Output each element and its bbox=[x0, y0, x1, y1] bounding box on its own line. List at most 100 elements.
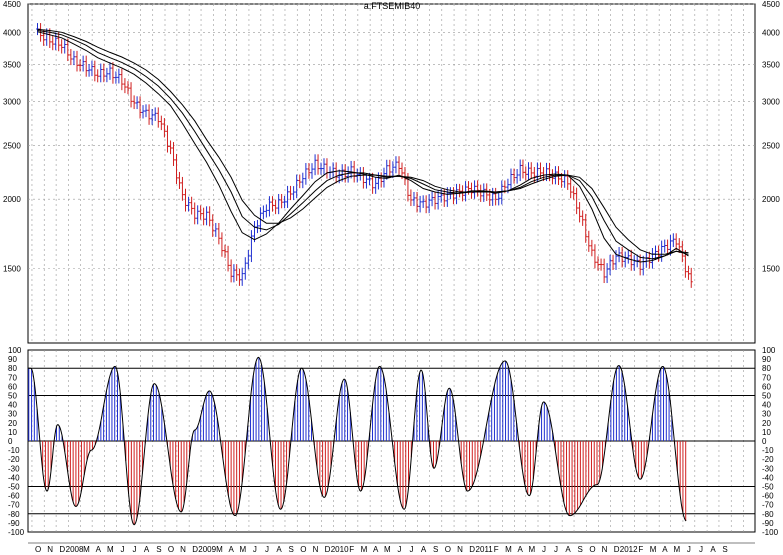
x-tick-label: M bbox=[650, 545, 657, 554]
osc-tick-label-left: 100 bbox=[8, 346, 22, 355]
x-tick-label: J bbox=[253, 545, 257, 554]
x-tick-label: A bbox=[228, 545, 234, 554]
x-tick-label: M bbox=[361, 545, 368, 554]
x-tick-label: J bbox=[687, 545, 691, 554]
y-tick-label-left: 2000 bbox=[3, 195, 21, 204]
osc-tick-label-left: -40 bbox=[8, 473, 20, 482]
x-tick-label: 2011 bbox=[476, 545, 494, 554]
osc-tick-label-right: -20 bbox=[762, 455, 774, 464]
osc-tick-label-left: -90 bbox=[8, 519, 20, 528]
osc-tick-label-right: 50 bbox=[762, 392, 771, 401]
x-tick-label: N bbox=[313, 545, 319, 554]
x-tick-label: S bbox=[156, 545, 161, 554]
y-tick-label-left: 1500 bbox=[3, 264, 21, 273]
x-tick-label: J bbox=[120, 545, 124, 554]
price-frame bbox=[27, 3, 756, 344]
x-tick-label: O bbox=[589, 545, 595, 554]
x-tick-label: J bbox=[397, 545, 401, 554]
x-tick-label: 2012 bbox=[620, 545, 638, 554]
y-tick-label-left: 2500 bbox=[3, 141, 21, 150]
x-tick-label: M bbox=[239, 545, 246, 554]
osc-tick-label-left: -50 bbox=[8, 483, 20, 492]
x-tick-label: D bbox=[469, 545, 475, 554]
osc-tick-label-right: -40 bbox=[762, 473, 774, 482]
x-tick-label: M bbox=[384, 545, 391, 554]
x-tick-label: N bbox=[180, 545, 186, 554]
x-tick-label: M bbox=[107, 545, 114, 554]
osc-tick-label-right: 30 bbox=[762, 410, 771, 419]
oscillator-panel: 100 10090 9080 8070 7060 6050 5040 4030 3020 2010… bbox=[8, 346, 779, 537]
osc-tick-label-right: -30 bbox=[762, 464, 774, 473]
x-tick-label: J bbox=[554, 545, 558, 554]
x-tick-label: A bbox=[144, 545, 150, 554]
x-tick-label: N bbox=[602, 545, 608, 554]
x-tick-label: J bbox=[409, 545, 413, 554]
x-tick-label: J bbox=[133, 545, 137, 554]
x-tick-label: O bbox=[445, 545, 451, 554]
osc-tick-label-right: -60 bbox=[762, 492, 774, 501]
x-tick-label: O bbox=[168, 545, 174, 554]
y-tick-label-right: 2500 bbox=[762, 141, 780, 150]
x-tick-label: S bbox=[433, 545, 438, 554]
chart: 1500 15002000 20002500 25003000 30003500 3500… bbox=[3, 0, 780, 554]
x-tick-label: A bbox=[662, 545, 668, 554]
osc-tick-label-right: -80 bbox=[762, 510, 774, 519]
osc-tick-label-left: 20 bbox=[8, 419, 17, 428]
osc-tick-label-right: -90 bbox=[762, 519, 774, 528]
osc-tick-label-right: 60 bbox=[762, 382, 771, 391]
x-tick-label: D bbox=[59, 545, 65, 554]
y-tick-label-right: 3500 bbox=[762, 60, 780, 69]
x-tick-label: A bbox=[518, 545, 524, 554]
x-tick-label: O bbox=[35, 545, 41, 554]
osc-tick-label-left: 40 bbox=[8, 401, 17, 410]
x-tick-label: M bbox=[83, 545, 90, 554]
osc-tick-label-left: 50 bbox=[8, 392, 17, 401]
x-tick-label: J bbox=[699, 545, 703, 554]
x-tick-label: A bbox=[96, 545, 102, 554]
osc-tick-label-left: -70 bbox=[8, 501, 20, 510]
osc-tick-label-left: -20 bbox=[8, 455, 20, 464]
osc-tick-label-left: 10 bbox=[8, 428, 17, 437]
osc-tick-label-right: -10 bbox=[762, 446, 774, 455]
osc-tick-label-right: 100 bbox=[762, 346, 776, 355]
osc-tick-label-left: 90 bbox=[8, 355, 17, 364]
x-tick-label: F bbox=[494, 545, 499, 554]
osc-tick-label-right: 20 bbox=[762, 419, 771, 428]
osc-tick-label-left: -80 bbox=[8, 510, 20, 519]
osc-tick-label-right: 10 bbox=[762, 428, 771, 437]
y-tick-label-right: 4000 bbox=[762, 28, 780, 37]
x-tick-label: 2009 bbox=[198, 545, 216, 554]
y-tick-label-left: 3500 bbox=[3, 60, 21, 69]
y-tick-label-right: 2000 bbox=[762, 195, 780, 204]
osc-tick-label-left: 70 bbox=[8, 373, 17, 382]
x-tick-label: S bbox=[578, 545, 583, 554]
x-tick-label: A bbox=[565, 545, 571, 554]
x-tick-label: A bbox=[276, 545, 282, 554]
osc-tick-label-left: -10 bbox=[8, 446, 20, 455]
osc-tick-label-right: -50 bbox=[762, 483, 774, 492]
x-tick-label: S bbox=[722, 545, 727, 554]
x-tick-label: N bbox=[47, 545, 53, 554]
osc-tick-label-right: 90 bbox=[762, 355, 771, 364]
y-tick-label-left: 4000 bbox=[3, 28, 21, 37]
osc-tick-label-right: 70 bbox=[762, 373, 771, 382]
x-tick-label: M bbox=[505, 545, 512, 554]
x-tick-label: F bbox=[638, 545, 643, 554]
x-tick-label: S bbox=[288, 545, 293, 554]
osc-tick-label-right: -100 bbox=[762, 528, 779, 537]
osc-tick-label-right: 0 bbox=[762, 437, 767, 446]
osc-tick-label-left: 30 bbox=[8, 410, 17, 419]
osc-tick-label-left: -100 bbox=[8, 528, 25, 537]
x-tick-label: F bbox=[349, 545, 354, 554]
x-tick-label: A bbox=[373, 545, 379, 554]
x-tick-label: M bbox=[216, 545, 223, 554]
y-tick-label-left: 4500 bbox=[3, 0, 21, 9]
osc-tick-label-left: 0 bbox=[8, 437, 13, 446]
price-panel: 1500 1500 2000 2000 2500 2500 3000 3000 3500 3500… bbox=[3, 0, 780, 344]
x-tick-label: 2010 bbox=[331, 545, 349, 554]
osc-tick-label-right: -70 bbox=[762, 501, 774, 510]
osc-tick-label-right: 80 bbox=[762, 364, 771, 373]
osc-tick-label-left: -60 bbox=[8, 492, 20, 501]
x-axis: O N D 2008 M A M J J A S O N D 2009 M A M J J A S O N D 2010 F M A M J… bbox=[28, 542, 755, 554]
x-tick-label: M bbox=[529, 545, 536, 554]
